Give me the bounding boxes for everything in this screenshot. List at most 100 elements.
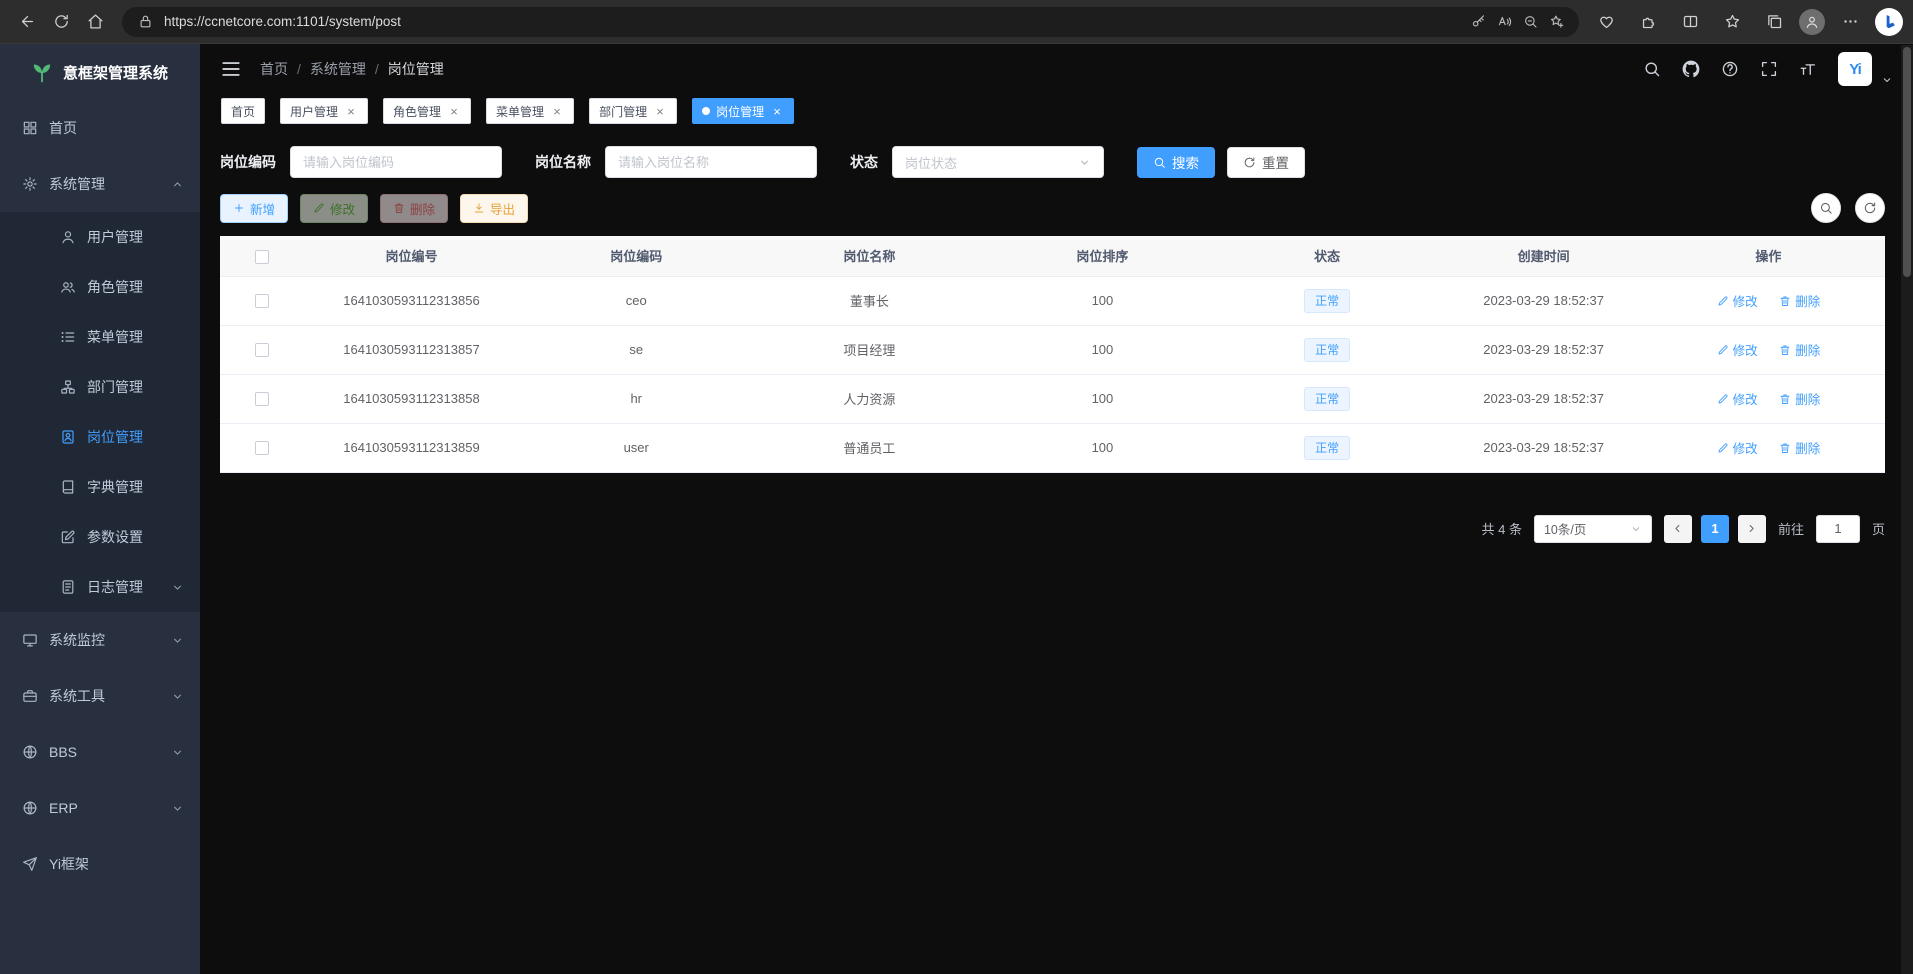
close-icon[interactable]: ×	[770, 105, 784, 118]
browser-menu-dots-icon[interactable]	[1833, 5, 1867, 39]
close-icon[interactable]: ×	[550, 105, 564, 118]
add-favorite-star-icon[interactable]	[1543, 9, 1569, 35]
post-name-input[interactable]	[605, 146, 817, 178]
read-aloud-icon[interactable]	[1491, 9, 1517, 35]
row-delete-link[interactable]: 删除	[1779, 291, 1820, 310]
browser-essentials-icon[interactable]	[1589, 5, 1623, 39]
sidebar-item-label: 系统工具	[49, 686, 105, 706]
row-checkbox[interactable]	[255, 392, 269, 406]
post-name-label: 岗位名称	[535, 152, 591, 172]
site-info-lock-icon[interactable]	[132, 9, 158, 35]
page-size-select[interactable]: 10条/页	[1534, 515, 1652, 543]
sidebar-item-bbs[interactable]: BBS	[0, 724, 200, 780]
close-icon[interactable]: ×	[344, 105, 358, 118]
sidebar-item-home[interactable]: 首页	[0, 100, 200, 156]
bing-copilot-icon[interactable]	[1875, 8, 1903, 36]
sidebar-item-param-settings[interactable]: 参数设置	[0, 512, 200, 562]
user-icon	[60, 229, 76, 245]
sidebar-item-erp[interactable]: ERP	[0, 780, 200, 836]
prev-page-button[interactable]	[1664, 515, 1692, 543]
row-delete-link[interactable]: 删除	[1779, 438, 1820, 457]
refresh-table-button[interactable]	[1855, 193, 1885, 223]
tab-post-mgmt[interactable]: 岗位管理 ×	[692, 98, 794, 124]
chevron-down-icon	[171, 690, 184, 703]
address-bar[interactable]: https://ccnetcore.com:1101/system/post	[122, 7, 1579, 37]
tab-label: 首页	[231, 103, 255, 120]
row-checkbox[interactable]	[255, 294, 269, 308]
chevron-down-icon[interactable]	[1881, 74, 1893, 86]
browser-profile-avatar[interactable]	[1799, 9, 1825, 35]
reset-button[interactable]: 重置	[1227, 147, 1305, 178]
row-edit-link[interactable]: 修改	[1717, 291, 1758, 310]
edit-pen-icon	[313, 202, 325, 214]
post-code-input[interactable]	[290, 146, 502, 178]
help-question-icon[interactable]	[1721, 60, 1739, 78]
browser-home-icon[interactable]	[78, 5, 112, 39]
sidebar-fold-icon[interactable]	[220, 58, 242, 80]
sidebar-item-post-mgmt[interactable]: 岗位管理	[0, 412, 200, 462]
tab-user-mgmt[interactable]: 用户管理 ×	[280, 98, 368, 124]
scrollbar[interactable]	[1901, 45, 1913, 974]
sidebar-item-yi-framework[interactable]: Yi框架	[0, 836, 200, 892]
extensions-puzzle-icon[interactable]	[1631, 5, 1665, 39]
page-1-button[interactable]: 1	[1701, 515, 1729, 543]
sidebar-item-menu-mgmt[interactable]: 菜单管理	[0, 312, 200, 362]
post-mgmt-page: 岗位编码 岗位名称 状态 岗位状态 搜索	[200, 128, 1913, 974]
search-button-label: 搜索	[1172, 152, 1199, 172]
close-icon[interactable]: ×	[447, 105, 461, 118]
sidebar-item-dict-mgmt[interactable]: 字典管理	[0, 462, 200, 512]
sidebar-item-dept-mgmt[interactable]: 部门管理	[0, 362, 200, 412]
delete-button[interactable]: 删除	[380, 194, 448, 223]
close-icon[interactable]: ×	[653, 105, 667, 118]
zoom-icon[interactable]	[1517, 9, 1543, 35]
user-avatar[interactable]: Yi	[1838, 52, 1872, 86]
row-edit-link[interactable]: 修改	[1717, 389, 1758, 408]
toggle-search-button[interactable]	[1811, 193, 1841, 223]
select-all-checkbox[interactable]	[255, 250, 269, 264]
row-checkbox[interactable]	[255, 343, 269, 357]
tab-home[interactable]: 首页	[221, 98, 265, 124]
status-select[interactable]: 岗位状态	[892, 146, 1104, 178]
row-edit-link[interactable]: 修改	[1717, 438, 1758, 457]
add-button[interactable]: 新增	[220, 194, 288, 223]
export-button[interactable]: 导出	[460, 194, 528, 223]
browser-back-icon[interactable]	[10, 5, 44, 39]
row-delete-link[interactable]: 删除	[1779, 389, 1820, 408]
collections-icon[interactable]	[1757, 5, 1791, 39]
row-delete-link[interactable]: 删除	[1779, 340, 1820, 359]
search-button[interactable]: 搜索	[1137, 147, 1215, 178]
sidebar-item-system-mgmt[interactable]: 系统管理	[0, 156, 200, 212]
sidebar-item-system-monitor[interactable]: 系统监控	[0, 612, 200, 668]
breadcrumb-system-mgmt[interactable]: 系统管理	[310, 59, 366, 79]
tab-menu-mgmt[interactable]: 菜单管理 ×	[486, 98, 574, 124]
edit-button[interactable]: 修改	[300, 194, 368, 223]
goto-page-input[interactable]	[1816, 515, 1860, 543]
breadcrumb: 首页 / 系统管理 / 岗位管理	[260, 59, 444, 79]
tab-dept-mgmt[interactable]: 部门管理 ×	[589, 98, 677, 124]
font-size-icon[interactable]	[1799, 60, 1817, 78]
url-text[interactable]: https://ccnetcore.com:1101/system/post	[164, 14, 1465, 29]
sidebar-item-user-mgmt[interactable]: 用户管理	[0, 212, 200, 262]
log-document-icon	[60, 579, 76, 595]
next-page-button[interactable]	[1738, 515, 1766, 543]
row-checkbox[interactable]	[255, 441, 269, 455]
scrollbar-thumb[interactable]	[1903, 47, 1911, 277]
column-header-created: 创建时间	[1435, 236, 1651, 276]
sidebar-item-role-mgmt[interactable]: 角色管理	[0, 262, 200, 312]
row-edit-link[interactable]: 修改	[1717, 340, 1758, 359]
tab-label: 角色管理	[393, 103, 441, 120]
tab-role-mgmt[interactable]: 角色管理 ×	[383, 98, 471, 124]
sidebar-item-log-mgmt[interactable]: 日志管理	[0, 562, 200, 612]
split-screen-icon[interactable]	[1673, 5, 1707, 39]
sidebar-item-system-tools[interactable]: 系统工具	[0, 668, 200, 724]
breadcrumb-home[interactable]: 首页	[260, 59, 288, 79]
fullscreen-icon[interactable]	[1760, 60, 1778, 78]
post-sort-cell: 100	[986, 325, 1219, 374]
browser-refresh-icon[interactable]	[44, 5, 78, 39]
post-code-cell: ceo	[520, 276, 753, 325]
breadcrumb-separator: /	[297, 61, 301, 77]
favorites-star-icon[interactable]	[1715, 5, 1749, 39]
password-key-icon[interactable]	[1465, 9, 1491, 35]
header-search-icon[interactable]	[1643, 60, 1661, 78]
github-icon[interactable]	[1682, 60, 1700, 78]
